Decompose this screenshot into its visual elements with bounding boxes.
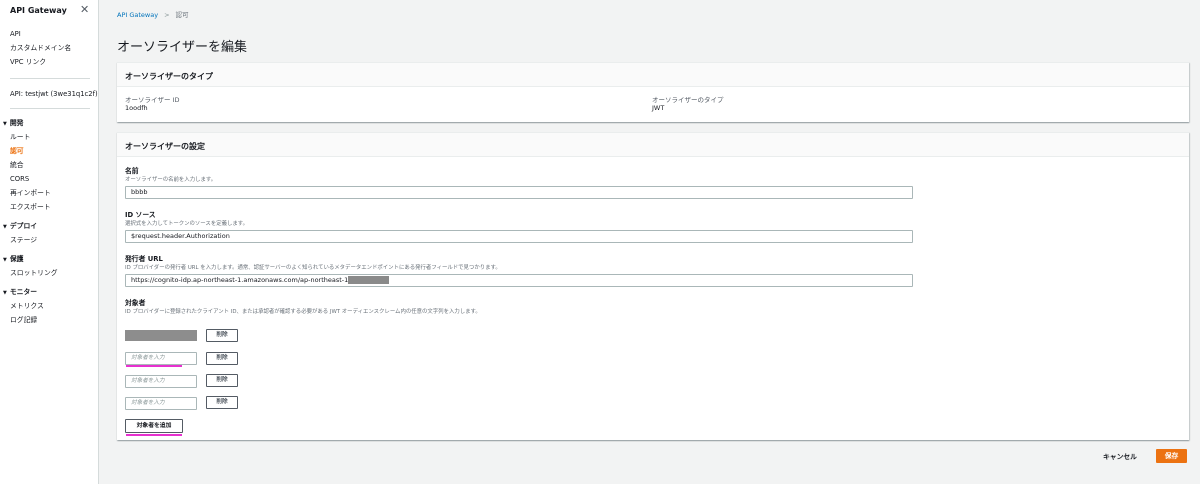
sidebar-api-group: API: testjwt (3we31q1c2f): [0, 87, 98, 101]
issuer-url-description: ID プロバイダーの発行者 URL を入力します。通常、認証サーバーのよく知られ…: [125, 265, 501, 271]
sidebar-section-protect: ▼ 保護 スロットリング: [0, 252, 98, 280]
sidebar-item-throttling[interactable]: スロットリング: [10, 266, 98, 280]
name-input[interactable]: bbbb: [125, 186, 913, 199]
sidebar-section-develop: ▼ 開発 ルート 認可 統合 CORS 再インポート エクスポート: [0, 116, 98, 214]
page-title: オーソライザーを編集: [117, 40, 248, 55]
remove-audience-button[interactable]: 削除: [206, 352, 238, 365]
issuer-url-input[interactable]: https://cognito-idp.ap-northeast-1.amazo…: [125, 274, 913, 287]
save-button[interactable]: 保存: [1156, 449, 1187, 463]
sidebar-item-metrics[interactable]: メトリクス: [10, 299, 98, 313]
caret-down-icon: ▼: [3, 224, 7, 230]
caret-down-icon: ▼: [3, 257, 7, 263]
audience-input[interactable]: 対象者を入力: [125, 397, 197, 410]
audience-input[interactable]: 対象者を入力: [125, 352, 197, 365]
identity-source-description: 選択式を入力してトークンのソースを定義します。: [125, 221, 249, 227]
sidebar-monitor-items: メトリクス ログ記録: [0, 299, 98, 327]
redacted-block: [348, 275, 390, 284]
close-icon[interactable]: ✕: [80, 3, 89, 16]
sidebar-item-custom-domain[interactable]: カスタムドメイン名: [10, 41, 98, 55]
sidebar-section-toggle-protect[interactable]: ▼ 保護: [0, 252, 98, 266]
add-audience-button[interactable]: 対象者を追加: [125, 419, 183, 433]
audience-input-redacted[interactable]: [125, 330, 197, 341]
sidebar-protect-items: スロットリング: [0, 266, 98, 280]
breadcrumb-current: 認可: [175, 11, 189, 19]
sidebar-section-label: 保護: [9, 255, 24, 263]
sidebar-section-toggle-monitor[interactable]: ▼ モニター: [0, 285, 98, 299]
main-content: API Gateway > 認可 オーソライザーを編集 オーソライザーのタイプ オー…: [100, 0, 1200, 484]
panel-heading: オーソライザーのタイプ: [117, 63, 1189, 87]
chevron-right-icon: >: [164, 11, 170, 19]
authorizer-settings-panel: オーソライザーの設定 名前 オーソライザーの名前を入力します。 bbbb ID …: [117, 132, 1189, 440]
issuer-url-value: https://cognito-idp.ap-northeast-1.amazo…: [131, 276, 349, 284]
remove-audience-button[interactable]: 削除: [206, 396, 238, 409]
sidebar-section-toggle-deploy[interactable]: ▼ デプロイ: [0, 219, 98, 233]
sidebar-title: API Gateway: [10, 6, 67, 15]
sidebar-header: API Gateway ✕: [0, 0, 98, 22]
sidebar-section-label: デプロイ: [9, 222, 38, 230]
sidebar-item-vpc-link[interactable]: VPC リンク: [10, 55, 98, 69]
panel-heading: オーソライザーの設定: [117, 133, 1189, 157]
authorizer-id-value: 1oodfh: [125, 104, 148, 112]
identity-source-input[interactable]: $request.header.Authorization: [125, 230, 913, 243]
sidebar: API Gateway ✕ API カスタムドメイン名 VPC リンク API:…: [0, 0, 99, 484]
name-label: 名前: [125, 167, 139, 175]
audience-label: 対象者: [125, 299, 146, 307]
sidebar-divider: [10, 108, 90, 109]
sidebar-section-toggle-develop[interactable]: ▼ 開発: [0, 116, 98, 130]
authorizer-type-label: オーソライザーのタイプ: [652, 96, 724, 104]
name-description: オーソライザーの名前を入力します。: [125, 177, 217, 183]
remove-audience-button[interactable]: 削除: [206, 329, 238, 342]
audience-description: ID プロバイダーに登録されたクライアント ID、または承認者が確認する必要があ…: [125, 309, 481, 315]
caret-down-icon: ▼: [3, 290, 7, 296]
breadcrumb-link-api-gateway[interactable]: API Gateway: [117, 11, 158, 19]
remove-audience-button[interactable]: 削除: [206, 374, 238, 387]
sidebar-top-links: API カスタムドメイン名 VPC リンク: [0, 27, 98, 69]
sidebar-item-logging[interactable]: ログ記録: [10, 313, 98, 327]
sidebar-item-routes[interactable]: ルート: [10, 130, 98, 144]
sidebar-item-export[interactable]: エクスポート: [10, 200, 98, 214]
sidebar-item-stages[interactable]: ステージ: [10, 233, 98, 247]
sidebar-section-label: モニター: [9, 288, 38, 296]
sidebar-item-integrations[interactable]: 統合: [10, 158, 98, 172]
highlight-underline: [126, 434, 182, 436]
sidebar-section-deploy: ▼ デプロイ ステージ: [0, 219, 98, 247]
sidebar-item-reimport[interactable]: 再インポート: [10, 186, 98, 200]
sidebar-item-api[interactable]: API: [10, 27, 98, 41]
sidebar-section-label: 開発: [9, 119, 24, 127]
highlight-underline: [126, 365, 182, 367]
authorizer-id-label: オーソライザー ID: [125, 96, 180, 104]
authorizer-type-value: JWT: [652, 104, 665, 112]
authorizer-type-panel: オーソライザーのタイプ オーソライザー ID 1oodfh オーソライザーのタイ…: [117, 62, 1189, 122]
audience-input[interactable]: 対象者を入力: [125, 375, 197, 388]
sidebar-item-authorization[interactable]: 認可: [10, 144, 98, 158]
sidebar-deploy-items: ステージ: [0, 233, 98, 247]
breadcrumb: API Gateway > 認可: [117, 9, 189, 19]
cancel-button[interactable]: キャンセル: [1103, 451, 1137, 461]
sidebar-divider: [10, 78, 90, 79]
caret-down-icon: ▼: [3, 121, 7, 127]
sidebar-section-monitor: ▼ モニター メトリクス ログ記録: [0, 285, 98, 327]
sidebar-develop-items: ルート 認可 統合 CORS 再インポート エクスポート: [0, 130, 98, 214]
sidebar-item-api-name[interactable]: API: testjwt (3we31q1c2f): [10, 87, 98, 101]
issuer-url-label: 発行者 URL: [125, 255, 163, 263]
sidebar-item-cors[interactable]: CORS: [10, 172, 98, 186]
identity-source-label: ID ソース: [125, 211, 156, 219]
